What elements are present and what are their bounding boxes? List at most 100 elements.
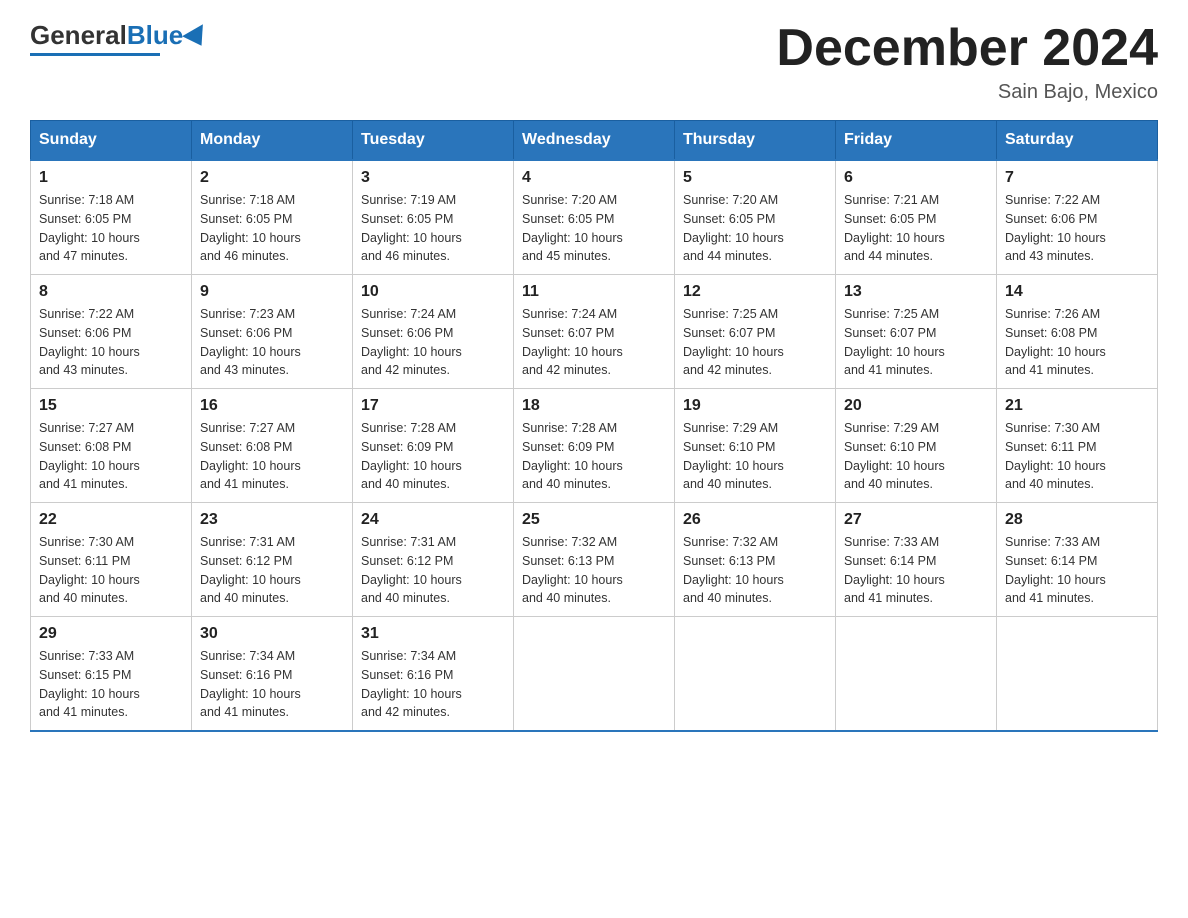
table-row: 8Sunrise: 7:22 AMSunset: 6:06 PMDaylight… (31, 275, 192, 389)
month-title: December 2024 (776, 20, 1158, 77)
week-row-3: 15 Sunrise: 7:27 AMSunset: 6:08 PMDayligh… (31, 389, 1158, 503)
table-row: 16 Sunrise: 7:27 AMSunset: 6:08 PMDayligh… (192, 389, 353, 503)
day-info: Sunrise: 7:31 AMSunset: 6:12 PMDaylight:… (361, 533, 505, 608)
day-info: Sunrise: 7:27 AMSunset: 6:08 PMDaylight:… (39, 419, 183, 494)
day-info: Sunrise: 7:33 AMSunset: 6:15 PMDaylight:… (39, 647, 183, 722)
day-number: 25 (522, 511, 666, 529)
page-header: General Blue December 2024 Sain Bajo, Me… (30, 20, 1158, 104)
table-row: 15 Sunrise: 7:27 AMSunset: 6:08 PMDayligh… (31, 389, 192, 503)
day-number: 27 (844, 511, 988, 529)
day-info: Sunrise: 7:32 AMSunset: 6:13 PMDaylight:… (683, 533, 827, 608)
logo-underline (30, 53, 160, 56)
day-number: 14 (1005, 283, 1149, 301)
week-row-4: 22Sunrise: 7:30 AMSunset: 6:11 PMDayligh… (31, 503, 1158, 617)
table-row: 31 Sunrise: 7:34 AMSunset: 6:16 PMDayligh… (353, 617, 514, 732)
header-day-sunday: Sunday (31, 121, 192, 161)
table-row: 28 Sunrise: 7:33 AMSunset: 6:14 PMDayligh… (997, 503, 1158, 617)
table-row (514, 617, 675, 732)
day-number: 21 (1005, 397, 1149, 415)
header-row: SundayMondayTuesdayWednesdayThursdayFrid… (31, 121, 1158, 161)
table-row: 30 Sunrise: 7:34 AMSunset: 6:16 PMDayligh… (192, 617, 353, 732)
day-info: Sunrise: 7:30 AMSunset: 6:11 PMDaylight:… (1005, 419, 1149, 494)
week-row-2: 8Sunrise: 7:22 AMSunset: 6:06 PMDaylight… (31, 275, 1158, 389)
day-info: Sunrise: 7:18 AMSunset: 6:05 PMDaylight:… (39, 191, 183, 266)
location-label: Sain Bajo, Mexico (776, 81, 1158, 104)
day-info: Sunrise: 7:33 AMSunset: 6:14 PMDaylight:… (844, 533, 988, 608)
header-day-tuesday: Tuesday (353, 121, 514, 161)
header-day-wednesday: Wednesday (514, 121, 675, 161)
day-info: Sunrise: 7:33 AMSunset: 6:14 PMDaylight:… (1005, 533, 1149, 608)
day-info: Sunrise: 7:20 AMSunset: 6:05 PMDaylight:… (683, 191, 827, 266)
calendar-table: SundayMondayTuesdayWednesdayThursdayFrid… (30, 120, 1158, 732)
day-info: Sunrise: 7:34 AMSunset: 6:16 PMDaylight:… (361, 647, 505, 722)
table-row: 10 Sunrise: 7:24 AMSunset: 6:06 PMDayligh… (353, 275, 514, 389)
table-row: 11Sunrise: 7:24 AMSunset: 6:07 PMDayligh… (514, 275, 675, 389)
logo-triangle-icon (182, 24, 212, 52)
table-row: 25Sunrise: 7:32 AMSunset: 6:13 PMDayligh… (514, 503, 675, 617)
day-number: 16 (200, 397, 344, 415)
day-number: 10 (361, 283, 505, 301)
table-row: 6 Sunrise: 7:21 AMSunset: 6:05 PMDaylight… (836, 160, 997, 275)
day-info: Sunrise: 7:31 AMSunset: 6:12 PMDaylight:… (200, 533, 344, 608)
day-number: 9 (200, 283, 344, 301)
day-number: 28 (1005, 511, 1149, 529)
table-row: 21 Sunrise: 7:30 AMSunset: 6:11 PMDayligh… (997, 389, 1158, 503)
day-number: 7 (1005, 169, 1149, 187)
day-number: 29 (39, 625, 183, 643)
day-info: Sunrise: 7:29 AMSunset: 6:10 PMDaylight:… (844, 419, 988, 494)
day-info: Sunrise: 7:27 AMSunset: 6:08 PMDaylight:… (200, 419, 344, 494)
day-info: Sunrise: 7:28 AMSunset: 6:09 PMDaylight:… (361, 419, 505, 494)
title-section: December 2024 Sain Bajo, Mexico (776, 20, 1158, 104)
header-day-thursday: Thursday (675, 121, 836, 161)
table-row: 14 Sunrise: 7:26 AMSunset: 6:08 PMDayligh… (997, 275, 1158, 389)
table-row: 23 Sunrise: 7:31 AMSunset: 6:12 PMDayligh… (192, 503, 353, 617)
day-info: Sunrise: 7:29 AMSunset: 6:10 PMDaylight:… (683, 419, 827, 494)
week-row-5: 29 Sunrise: 7:33 AMSunset: 6:15 PMDayligh… (31, 617, 1158, 732)
table-row: 3Sunrise: 7:19 AMSunset: 6:05 PMDaylight… (353, 160, 514, 275)
table-row: 20 Sunrise: 7:29 AMSunset: 6:10 PMDayligh… (836, 389, 997, 503)
table-row: 22Sunrise: 7:30 AMSunset: 6:11 PMDayligh… (31, 503, 192, 617)
day-number: 2 (200, 169, 344, 187)
header-day-friday: Friday (836, 121, 997, 161)
day-number: 17 (361, 397, 505, 415)
day-number: 1 (39, 169, 183, 187)
day-info: Sunrise: 7:26 AMSunset: 6:08 PMDaylight:… (1005, 305, 1149, 380)
table-row: 29 Sunrise: 7:33 AMSunset: 6:15 PMDayligh… (31, 617, 192, 732)
table-row: 17 Sunrise: 7:28 AMSunset: 6:09 PMDayligh… (353, 389, 514, 503)
table-row (675, 617, 836, 732)
day-number: 23 (200, 511, 344, 529)
table-row (997, 617, 1158, 732)
day-number: 12 (683, 283, 827, 301)
day-info: Sunrise: 7:25 AMSunset: 6:07 PMDaylight:… (683, 305, 827, 380)
day-number: 5 (683, 169, 827, 187)
day-number: 19 (683, 397, 827, 415)
day-info: Sunrise: 7:23 AMSunset: 6:06 PMDaylight:… (200, 305, 344, 380)
table-row: 5 Sunrise: 7:20 AMSunset: 6:05 PMDaylight… (675, 160, 836, 275)
table-row: 19 Sunrise: 7:29 AMSunset: 6:10 PMDayligh… (675, 389, 836, 503)
table-row (836, 617, 997, 732)
table-row: 7Sunrise: 7:22 AMSunset: 6:06 PMDaylight… (997, 160, 1158, 275)
day-info: Sunrise: 7:22 AMSunset: 6:06 PMDaylight:… (39, 305, 183, 380)
day-number: 15 (39, 397, 183, 415)
day-number: 26 (683, 511, 827, 529)
day-info: Sunrise: 7:21 AMSunset: 6:05 PMDaylight:… (844, 191, 988, 266)
day-info: Sunrise: 7:20 AMSunset: 6:05 PMDaylight:… (522, 191, 666, 266)
table-row: 26 Sunrise: 7:32 AMSunset: 6:13 PMDayligh… (675, 503, 836, 617)
day-number: 30 (200, 625, 344, 643)
table-row: 27 Sunrise: 7:33 AMSunset: 6:14 PMDayligh… (836, 503, 997, 617)
day-number: 20 (844, 397, 988, 415)
table-row: 9 Sunrise: 7:23 AMSunset: 6:06 PMDaylight… (192, 275, 353, 389)
logo: General Blue (30, 20, 209, 56)
day-info: Sunrise: 7:24 AMSunset: 6:06 PMDaylight:… (361, 305, 505, 380)
table-row: 4 Sunrise: 7:20 AMSunset: 6:05 PMDaylight… (514, 160, 675, 275)
day-number: 31 (361, 625, 505, 643)
header-day-saturday: Saturday (997, 121, 1158, 161)
day-info: Sunrise: 7:34 AMSunset: 6:16 PMDaylight:… (200, 647, 344, 722)
day-number: 11 (522, 283, 666, 301)
table-row: 2Sunrise: 7:18 AMSunset: 6:05 PMDaylight… (192, 160, 353, 275)
table-row: 1 Sunrise: 7:18 AMSunset: 6:05 PMDaylight… (31, 160, 192, 275)
day-info: Sunrise: 7:19 AMSunset: 6:05 PMDaylight:… (361, 191, 505, 266)
day-number: 6 (844, 169, 988, 187)
day-number: 18 (522, 397, 666, 415)
day-number: 4 (522, 169, 666, 187)
